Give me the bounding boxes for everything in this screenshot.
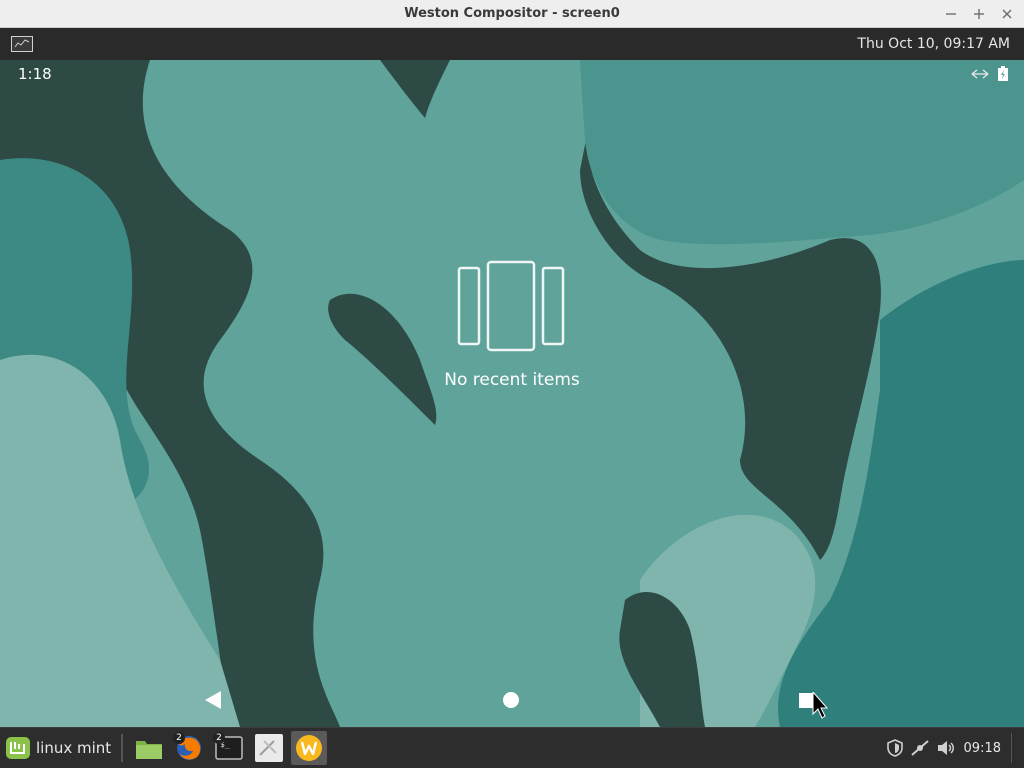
android-screen[interactable]: 1:18 No recent items [0,60,1024,727]
taskbar-terminal[interactable]: 2 $_ [211,731,247,765]
minimize-icon [946,13,956,15]
back-button[interactable] [203,689,223,715]
weston-clock: Thu Oct 10, 09:17 AM [857,36,1010,52]
window-titlebar[interactable]: Weston Compositor - screen0 [0,0,1024,28]
taskbar-separator [121,734,123,762]
maximize-button[interactable] [968,3,990,25]
volume-icon[interactable] [936,739,956,757]
mint-menu-button[interactable]: linux mint [4,734,111,762]
taskbar-firefox[interactable]: 2 [171,731,207,765]
terminal-badge: 2 [213,732,225,744]
close-icon [1002,9,1012,19]
home-button[interactable] [502,691,520,713]
window-title: Weston Compositor - screen0 [404,6,620,21]
recents-button[interactable] [798,690,829,724]
recents-empty-state: No recent items [412,260,612,390]
weston-panel: Thu Oct 10, 09:17 AM [0,28,1024,60]
network-icon[interactable] [910,739,930,757]
firefox-badge: 2 [173,732,185,744]
maximize-icon [974,9,984,19]
recents-placeholder-icon [457,260,565,352]
terminal-launcher-icon[interactable] [11,36,33,52]
settings-app-icon [255,734,283,762]
shield-icon[interactable] [886,739,904,757]
close-button[interactable] [996,3,1018,25]
taskbar-files[interactable] [131,731,167,765]
taskbar-settings[interactable] [251,731,287,765]
taskbar-weston[interactable] [291,731,327,765]
taskbar: linux mint 2 2 $_ 09:18 [0,727,1024,768]
android-status-time: 1:18 [18,65,52,83]
weston-icon [296,735,322,761]
taskbar-clock[interactable]: 09:18 [964,741,1001,756]
recents-icon [799,690,829,719]
battery-icon [998,66,1008,81]
mint-menu-label: linux mint [36,739,112,757]
no-recent-items-label: No recent items [444,370,580,390]
home-icon [503,692,519,708]
data-arrows-icon [971,68,989,79]
minimize-button[interactable] [940,3,962,25]
folder-icon [136,741,162,759]
mint-logo-icon [6,737,30,759]
show-desktop-button[interactable] [1011,733,1018,763]
wallpaper [0,60,1024,727]
back-icon [205,691,221,709]
